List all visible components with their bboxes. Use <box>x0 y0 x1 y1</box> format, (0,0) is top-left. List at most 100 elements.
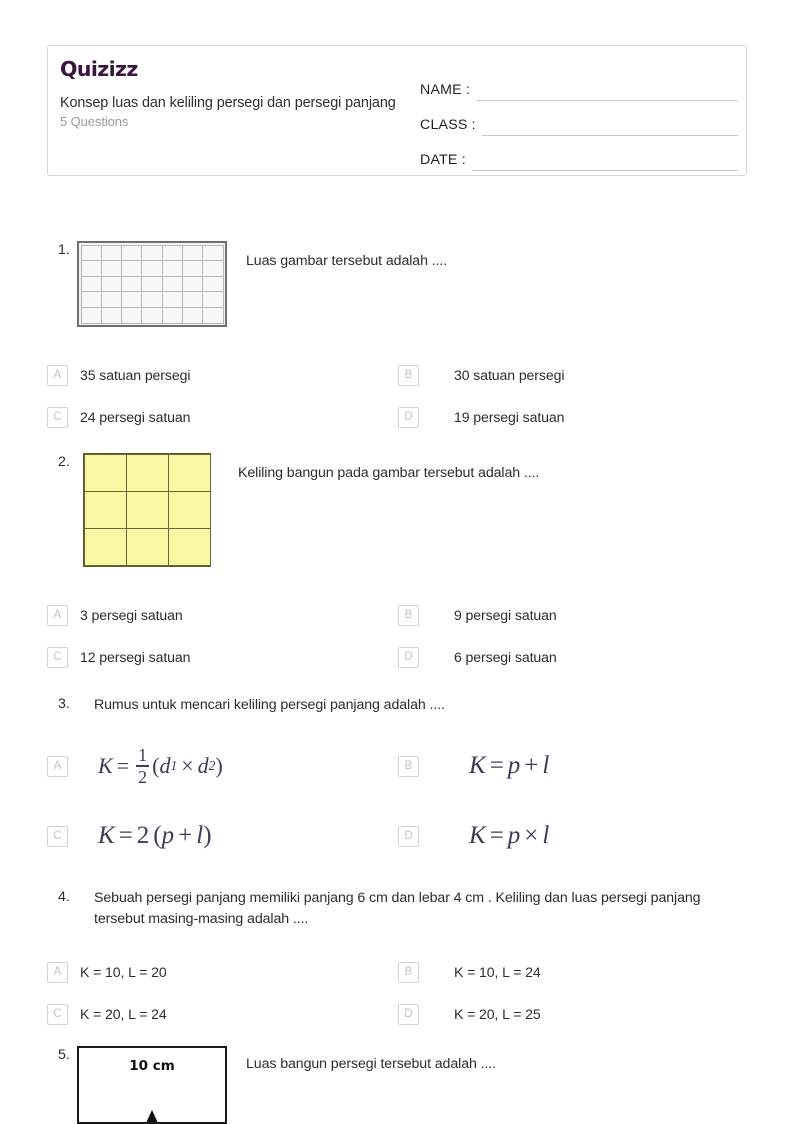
question-1-options: A 35 satuan persegi B 30 satuan persegi … <box>47 354 747 438</box>
option-2-a[interactable]: A 3 persegi satuan <box>47 594 397 636</box>
option-3-d[interactable]: D K = p × l <box>397 801 747 871</box>
option-letter-c: C <box>47 1003 68 1025</box>
option-4-c[interactable]: C K = 20, L = 24 <box>47 993 397 1035</box>
option-letter-c: C <box>47 646 68 668</box>
grid-cell <box>181 244 204 262</box>
math-symbol-equals: = <box>489 752 504 779</box>
math-paren-open: ( <box>152 752 160 778</box>
math-symbol-p: p <box>161 822 175 849</box>
grid-cell <box>121 260 143 277</box>
math-paren-open: ( <box>153 822 162 849</box>
option-4-a[interactable]: A K = 10, L = 20 <box>47 951 397 993</box>
question-5: 5. 10 cm Luas bangun persegi tersebut ad… <box>47 1046 747 1124</box>
question-4-options: A K = 10, L = 20 B K = 10, L = 24 C K = … <box>47 951 747 1035</box>
option-3-b[interactable]: B K = p + l <box>397 731 747 801</box>
question-2-text: Keliling bangun pada gambar tersebut ada… <box>238 465 540 481</box>
date-field-row: DATE : <box>420 136 738 171</box>
option-letter-b: B <box>398 961 419 983</box>
question-4: 4. Sebuah persegi panjang memiliki panja… <box>47 888 747 931</box>
option-2-b[interactable]: B 9 persegi satuan <box>397 594 747 636</box>
option-1-a[interactable]: A 35 satuan persegi <box>47 354 397 396</box>
grid-cell <box>141 275 163 293</box>
option-letter-d: D <box>398 825 419 847</box>
option-letter-b: B <box>398 604 419 626</box>
name-field-input[interactable] <box>476 100 738 101</box>
fraction-denominator: 2 <box>138 766 148 787</box>
question-2: 2. Keliling bangun pada gambar tersebut … <box>47 453 747 567</box>
option-text: 24 persegi satuan <box>80 409 191 425</box>
option-1-c[interactable]: C 24 persegi satuan <box>47 396 397 438</box>
class-field-input[interactable] <box>481 135 738 136</box>
option-letter-a: A <box>47 755 68 777</box>
date-field-label: DATE : <box>420 152 466 168</box>
option-2-d[interactable]: D 6 persegi satuan <box>397 636 747 678</box>
grid-cell <box>121 306 143 324</box>
grid-cell <box>100 306 123 324</box>
option-3-c[interactable]: C K = 2 ( p + l ) <box>47 801 397 871</box>
option-1-d[interactable]: D 19 persegi satuan <box>397 396 747 438</box>
math-symbol-equals: = <box>118 822 133 849</box>
question-4-text: Sebuah persegi panjang memiliki panjang … <box>94 890 701 928</box>
math-symbol-k: K <box>98 752 113 778</box>
grid-cell <box>121 291 143 308</box>
grid-cell <box>100 260 123 277</box>
grid-cell <box>100 291 123 308</box>
figure-dimension-label: 10 cm <box>129 1058 175 1074</box>
grid-cell <box>161 291 183 308</box>
grid-cell <box>100 244 123 262</box>
option-text: K = 10, L = 24 <box>454 964 541 980</box>
math-subscript-1: 1 <box>170 757 178 773</box>
grid-cell <box>181 275 204 293</box>
question-5-text: Luas bangun persegi tersebut adalah .... <box>246 1056 496 1072</box>
option-text: 12 persegi satuan <box>80 649 191 665</box>
option-4-b[interactable]: B K = 10, L = 24 <box>397 951 747 993</box>
grid-figure-3x3 <box>83 453 211 567</box>
grid-cell <box>100 275 123 293</box>
question-2-number: 2. <box>58 454 70 470</box>
math-symbol-times: × <box>524 822 539 849</box>
option-letter-b: B <box>398 755 419 777</box>
grid-cell <box>167 528 211 567</box>
grid-cell <box>80 244 102 262</box>
grid-cell <box>202 244 224 262</box>
math-symbol-d2: d <box>197 752 209 778</box>
option-3-a[interactable]: A K = 1 2 ( d1 × d2 ) <box>47 731 397 801</box>
arrow-up-icon <box>140 1110 164 1122</box>
grid-cell <box>141 291 163 308</box>
name-field-label: NAME : <box>420 82 471 98</box>
question-3-options: A K = 1 2 ( d1 × d2 ) B K = p + l C K = … <box>47 731 747 871</box>
name-field-row: NAME : <box>420 66 738 101</box>
page-title: Konsep luas dan keliling persegi dan per… <box>60 94 396 111</box>
grid-cell <box>141 306 163 324</box>
math-symbol-d1: d <box>159 752 171 778</box>
question-1-text: Luas gambar tersebut adalah .... <box>246 253 448 269</box>
grid-cell <box>80 291 102 308</box>
worksheet-header: Quizizz Konsep luas dan keliling persegi… <box>47 45 747 176</box>
grid-cell <box>202 306 224 324</box>
option-text: 35 satuan persegi <box>80 367 191 383</box>
math-symbol-k: K <box>98 822 115 849</box>
grid-cell <box>121 244 143 262</box>
math-symbol-times: × <box>181 752 194 778</box>
question-2-options: A 3 persegi satuan B 9 persegi satuan C … <box>47 594 747 678</box>
option-math-formula: K = 2 ( p + l ) <box>98 822 212 850</box>
grid-figure-7x5 <box>77 241 227 327</box>
header-left-block: Quizizz Konsep luas dan keliling persegi… <box>60 59 405 129</box>
question-1-figure <box>77 241 227 327</box>
math-subscript-2: 2 <box>208 757 216 773</box>
grid-cell <box>141 244 163 262</box>
option-2-c[interactable]: C 12 persegi satuan <box>47 636 397 678</box>
option-text: 19 persegi satuan <box>454 409 565 425</box>
option-letter-d: D <box>398 1003 419 1025</box>
grid-cell <box>80 260 102 277</box>
question-3-text: Rumus untuk mencari keliling persegi pan… <box>94 697 445 713</box>
quizizz-logo: Quizizz <box>60 57 138 81</box>
math-symbol-l: l <box>542 752 550 779</box>
option-1-b[interactable]: B 30 satuan persegi <box>397 354 747 396</box>
date-field-input[interactable] <box>471 170 738 171</box>
option-letter-a: A <box>47 364 68 386</box>
question-2-figure <box>83 453 211 567</box>
option-math-formula: K = p × l <box>469 822 549 850</box>
option-4-d[interactable]: D K = 20, L = 25 <box>397 993 747 1035</box>
option-letter-d: D <box>398 406 419 428</box>
